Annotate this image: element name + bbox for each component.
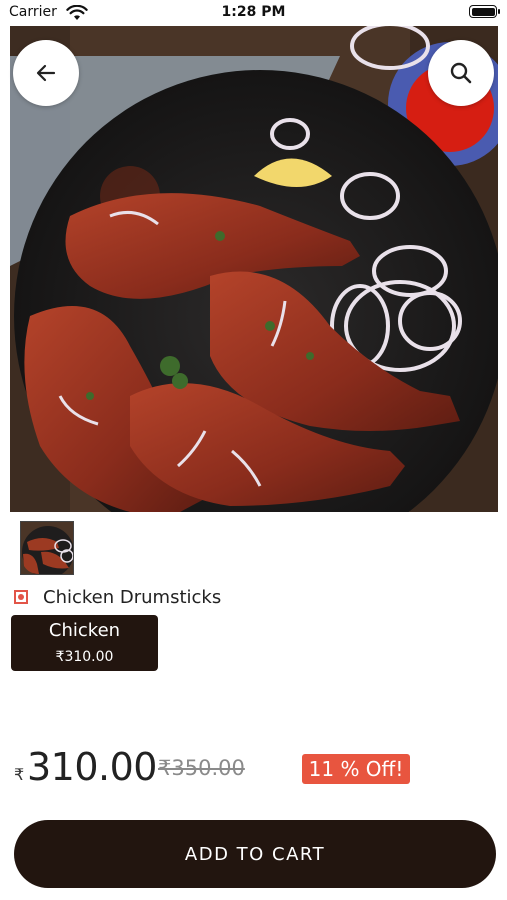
battery-icon	[469, 5, 500, 18]
search-button[interactable]	[428, 40, 494, 106]
status-bar: Carrier 1:28 PM	[0, 0, 507, 24]
product-title: Chicken Drumsticks	[43, 587, 222, 608]
variant-price: ₹310.00	[55, 649, 114, 665]
variant-name: Chicken	[48, 620, 121, 641]
variant-option-chicken[interactable]: Chicken ₹310.00	[11, 615, 158, 671]
back-button[interactable]	[13, 40, 79, 106]
add-to-cart-button[interactable]: ADD TO CART	[14, 820, 496, 888]
currency-symbol: ₹	[14, 765, 25, 784]
clock: 1:28 PM	[221, 4, 286, 20]
arrow-left-icon	[36, 64, 56, 82]
original-price: ₹350.00	[158, 756, 245, 780]
discount-badge: 11 % Off!	[302, 754, 410, 784]
search-icon	[450, 62, 472, 84]
non-veg-indicator-icon	[14, 590, 28, 604]
product-hero-image	[10, 26, 498, 512]
product-thumbnail[interactable]	[20, 521, 74, 575]
current-price: 310.00	[27, 745, 157, 789]
